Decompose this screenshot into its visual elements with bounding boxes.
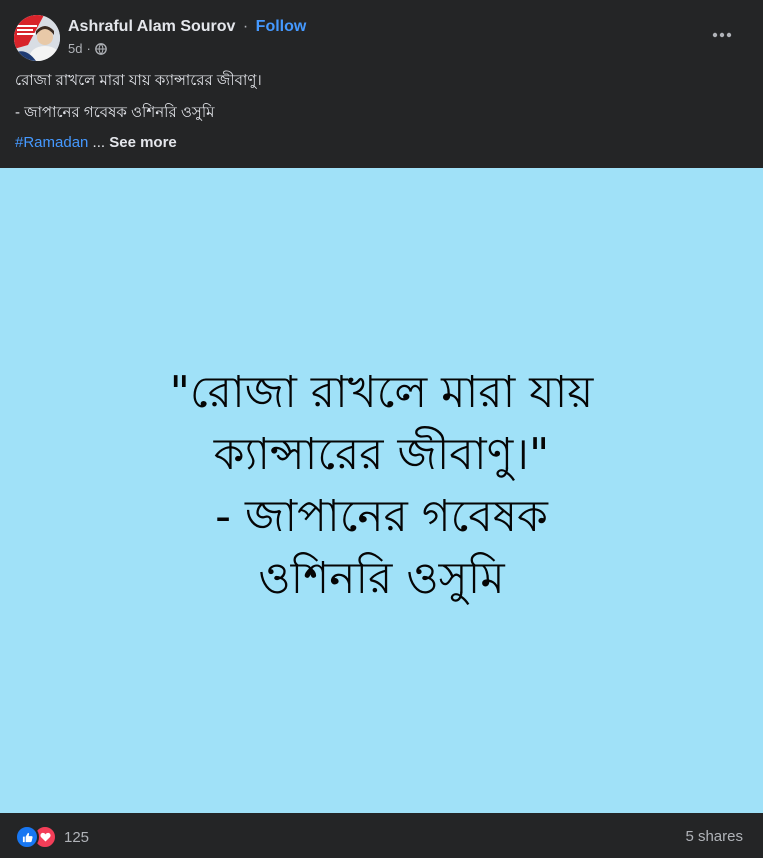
name-separator: · <box>242 18 249 35</box>
hashtag-link[interactable]: #Ramadan <box>15 134 88 151</box>
globe-icon[interactable] <box>94 42 107 55</box>
meta-separator: · <box>86 41 91 56</box>
caption-line-1: রোজা রাখলে মারা যায় ক্যান্সারের জীবাণু। <box>15 72 262 89</box>
author-row: Ashraful Alam Sourov · Follow <box>68 17 306 37</box>
author-name[interactable]: Ashraful Alam Sourov <box>68 18 235 35</box>
image-text-line: - জাপানের গবেষক <box>215 490 548 542</box>
more-horizontal-icon <box>712 32 732 38</box>
more-options-button[interactable] <box>704 20 740 50</box>
post-caption: রোজা রাখলে মারা যায় ক্যান্সারের জীবাণু।… <box>15 70 745 164</box>
image-text-line: "রোজা রাখলে মারা যায় <box>169 366 594 418</box>
post-image[interactable]: "রোজা রাখলে মারা যায় ক্যান্সারের জীবাণু… <box>0 168 763 813</box>
caption-line-3: #Ramadan ... See more <box>15 132 745 154</box>
image-quote: "রোজা রাখলে মারা যায় ক্যান্সারের জীবাণু… <box>170 362 594 610</box>
caption-line-2: - জাপানের গবেষক ওশিনরি ওসুমি <box>15 104 215 121</box>
image-text-line: ক্যান্সারের জীবাণু।" <box>213 428 550 480</box>
follow-button[interactable]: Follow <box>256 18 307 35</box>
shares-count[interactable]: 5 shares <box>685 828 743 845</box>
caption-ellipsis: ... <box>88 134 110 151</box>
facebook-post: Ashraful Alam Sourov · Follow 5d · রোজা … <box>0 0 763 858</box>
post-header: Ashraful Alam Sourov · Follow 5d · <box>0 0 763 66</box>
post-timestamp[interactable]: 5d <box>68 41 82 56</box>
post-footer: 125 5 shares <box>0 813 763 858</box>
like-icon <box>15 825 39 849</box>
image-text-line: ওশিনরি ওসুমি <box>258 552 505 604</box>
reaction-count: 125 <box>64 828 90 846</box>
avatar-image <box>14 15 60 61</box>
see-more-link[interactable]: See more <box>109 134 177 151</box>
post-meta: 5d · <box>68 41 107 56</box>
author-avatar[interactable] <box>14 15 60 61</box>
reactions-summary[interactable]: 125 <box>15 825 89 849</box>
